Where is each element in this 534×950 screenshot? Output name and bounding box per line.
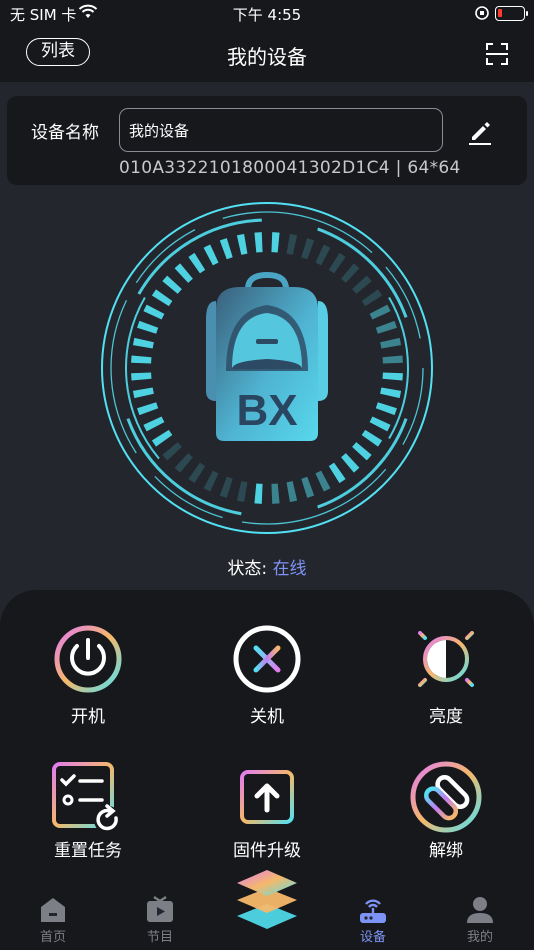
tab-mine-label: 我的 <box>466 930 493 945</box>
ring-tick <box>271 232 280 253</box>
device-name-label: 设备名称 <box>31 123 99 143</box>
ring-tick <box>341 263 360 283</box>
device-ring-graphic: BX <box>100 201 434 535</box>
brightness-icon <box>407 620 485 698</box>
ring-tick <box>254 483 263 504</box>
brightness-button[interactable]: 亮度 <box>386 620 506 727</box>
ring-tick <box>286 481 298 503</box>
ring-tick <box>162 275 182 294</box>
ring-tick <box>143 304 165 320</box>
ring-tick <box>131 355 152 364</box>
status-bar: 无 SIM 卡 下午 4:55 <box>0 0 534 28</box>
router-icon <box>360 899 386 923</box>
nav-bar: 列表 我的设备 <box>0 28 534 82</box>
user-icon <box>467 897 493 923</box>
power-off-label: 关机 <box>250 707 284 727</box>
ring-tick <box>380 387 402 399</box>
ring-tick <box>203 244 219 266</box>
brightness-label: 亮度 <box>429 707 463 727</box>
ring-tick <box>301 476 315 498</box>
power-on-button[interactable]: 开机 <box>28 624 148 727</box>
tab-home-label: 首页 <box>39 930 66 945</box>
ring-tick <box>352 275 372 294</box>
ring-tick <box>369 304 391 320</box>
status-key: 状态: <box>227 559 268 579</box>
ring-tick <box>328 462 346 484</box>
ring-tick <box>132 337 154 349</box>
ring-tick <box>174 453 193 473</box>
ring-tick <box>361 429 383 447</box>
ring-tick <box>369 416 391 432</box>
ring-tick <box>341 453 360 473</box>
ring-tick <box>131 372 152 381</box>
ring-tick <box>315 470 331 492</box>
reset-task-label: 重置任务 <box>54 841 122 861</box>
edit-icon[interactable] <box>465 116 495 146</box>
unbind-label: 解绑 <box>429 841 463 861</box>
firmware-upgrade-label: 固件升级 <box>233 841 301 861</box>
power-off-button[interactable]: 关机 <box>207 624 327 727</box>
tab-device[interactable]: 设备 <box>338 896 408 945</box>
clock: 下午 4:55 <box>232 6 302 24</box>
ring-tick <box>352 442 372 461</box>
device-serial: 010A3322101800041302D1C4 | 64*64 <box>119 158 461 178</box>
scan-icon[interactable] <box>484 41 510 67</box>
ring-tick <box>382 372 403 381</box>
tab-program-label: 节目 <box>146 930 173 945</box>
tab-home[interactable]: 首页 <box>18 896 88 945</box>
orientation-lock-icon <box>474 5 490 25</box>
tv-icon <box>147 896 173 922</box>
device-info-card: 设备名称 010A3322101800041302D1C4 | 64*64 <box>7 96 527 185</box>
power-off-icon <box>233 625 301 693</box>
ring-tick <box>219 238 233 260</box>
ring-tick <box>236 233 248 255</box>
ring-tick <box>315 244 331 266</box>
ring-tick <box>137 402 159 416</box>
ring-tick <box>380 337 402 349</box>
ring-tick <box>188 252 206 274</box>
tab-center-layers[interactable] <box>234 866 300 932</box>
device-name-input[interactable] <box>119 108 443 152</box>
unbind-button[interactable]: 解绑 <box>386 760 506 861</box>
ring-tick <box>328 252 346 274</box>
ring-tick <box>382 355 403 364</box>
ring-tick <box>203 470 219 492</box>
ring-tick <box>219 476 233 498</box>
home-icon <box>41 898 65 922</box>
tab-program[interactable]: 节目 <box>125 896 195 945</box>
ring-tick <box>301 238 315 260</box>
page-title: 我的设备 <box>227 45 307 69</box>
ring-tick <box>375 320 397 334</box>
tab-device-label: 设备 <box>359 930 386 945</box>
ring-tick <box>361 289 383 307</box>
logo-text: BX <box>236 386 297 435</box>
reset-task-icon <box>52 762 122 834</box>
ring-tick <box>174 263 193 283</box>
ring-arc <box>388 297 409 439</box>
ring-tick <box>375 402 397 416</box>
reset-task-button[interactable]: 重置任务 <box>28 760 148 861</box>
power-icon <box>54 625 122 693</box>
tab-mine[interactable]: 我的 <box>445 896 515 945</box>
ring-tick <box>132 387 154 399</box>
layers-icon <box>237 870 297 929</box>
ring-tick <box>162 442 182 461</box>
ring-tick <box>137 320 159 334</box>
ring-tick <box>143 416 165 432</box>
firmware-upgrade-icon <box>231 761 303 833</box>
unbind-icon <box>410 761 482 833</box>
ring-tick <box>151 429 173 447</box>
ring-tick <box>286 233 298 255</box>
battery-icon <box>495 6 528 21</box>
ring-tick <box>188 462 206 484</box>
ring-tick <box>254 232 263 253</box>
backpack-logo: BX <box>206 271 328 441</box>
status-value: 在线 <box>272 559 307 579</box>
firmware-upgrade-button[interactable]: 固件升级 <box>207 760 327 861</box>
ring-tick <box>236 481 248 503</box>
power-on-label: 开机 <box>71 707 105 727</box>
ring-tick <box>151 289 173 307</box>
ring-tick <box>271 483 280 504</box>
device-status: 状态: 在线 <box>0 554 534 579</box>
